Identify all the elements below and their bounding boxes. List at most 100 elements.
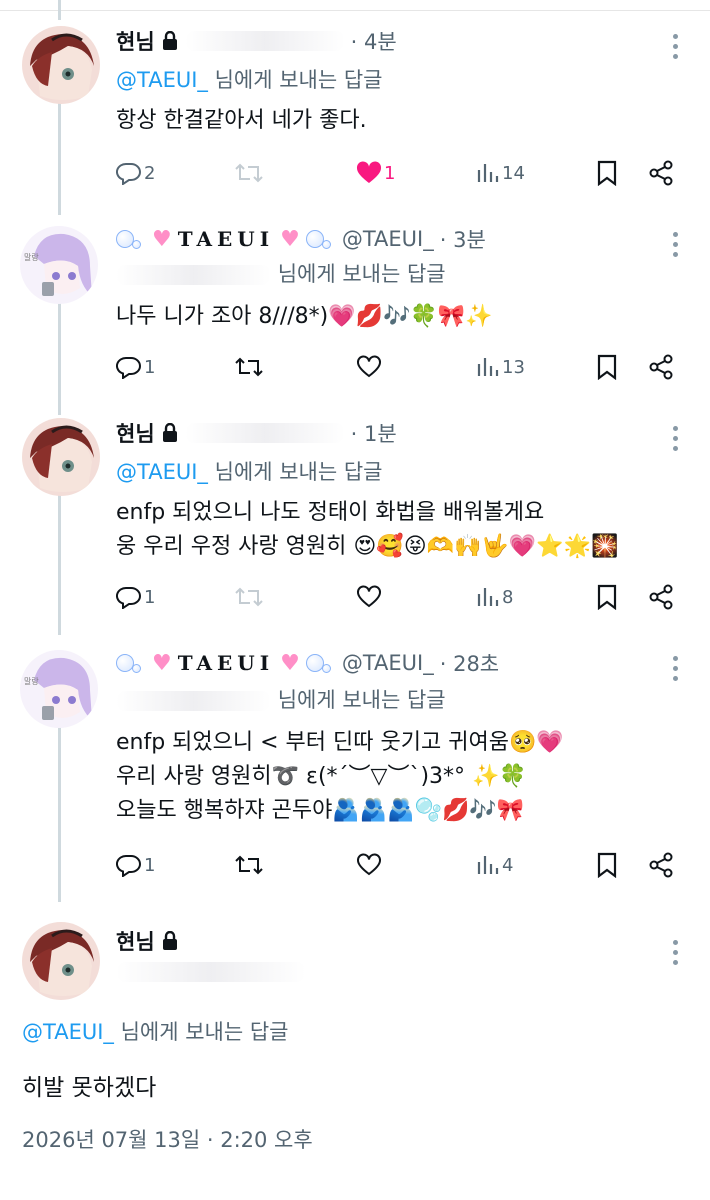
blurred-handle bbox=[184, 423, 345, 443]
bookmark-icon bbox=[597, 852, 617, 878]
avatar[interactable] bbox=[22, 26, 100, 104]
reply-button[interactable]: 1 bbox=[116, 582, 155, 612]
views-icon bbox=[477, 588, 499, 606]
pink-heart-icon: ♥ bbox=[152, 650, 172, 676]
share-button[interactable] bbox=[648, 850, 674, 880]
more-icon[interactable] bbox=[672, 34, 680, 64]
retweet-button[interactable] bbox=[234, 582, 264, 612]
post-header: ♥ TAEUI ♥ @TAEUI_ · 3분 bbox=[116, 222, 486, 256]
share-button[interactable] bbox=[648, 582, 674, 612]
more-icon[interactable] bbox=[672, 232, 680, 262]
reply-button[interactable]: 1 bbox=[116, 850, 155, 880]
post-body-line: enfp 되었으니 < 부터 딘따 웃기고 귀여움🥺💗 bbox=[116, 730, 564, 755]
post-body: enfp 되었으니 < 부터 딘따 웃기고 귀여움🥺💗 우리 사랑 영원히➰ ε… bbox=[116, 726, 564, 828]
avatar-image bbox=[22, 26, 100, 104]
thread-line bbox=[58, 0, 61, 20]
bookmark-button[interactable] bbox=[596, 352, 618, 382]
main-post-body: 히발 못하겠다 bbox=[22, 1075, 157, 1101]
like-button[interactable] bbox=[356, 352, 382, 382]
thread-line bbox=[58, 722, 61, 902]
mention-link[interactable]: @TAEUI_ bbox=[22, 1020, 114, 1044]
like-button[interactable] bbox=[356, 850, 382, 880]
more-icon[interactable] bbox=[672, 940, 680, 970]
pink-heart-icon: ♥ bbox=[280, 650, 300, 676]
bubbles-icon bbox=[116, 228, 146, 250]
more-icon[interactable] bbox=[672, 656, 680, 686]
thread-line bbox=[58, 100, 61, 215]
post-header: 현님 · 1분 bbox=[116, 416, 397, 450]
views-icon bbox=[477, 164, 499, 182]
blurred-handle bbox=[184, 31, 345, 51]
post-body: 항상 한결같아서 네가 좋다. bbox=[116, 104, 367, 138]
lock-icon bbox=[161, 423, 179, 443]
reply-count: 2 bbox=[144, 162, 156, 184]
like-button[interactable]: 1 bbox=[356, 158, 395, 188]
bookmark-button[interactable] bbox=[596, 850, 618, 880]
retweet-button[interactable] bbox=[234, 352, 264, 382]
post-time[interactable]: · 3분 bbox=[440, 224, 486, 254]
post-body-line: 웅 우리 우정 사랑 영원히 😍🥰😝🫶🙌🤟💗⭐🌟🎇 bbox=[116, 534, 619, 559]
reply-button[interactable]: 2 bbox=[116, 158, 155, 188]
post-time[interactable]: · 28초 bbox=[440, 648, 499, 678]
lock-icon bbox=[161, 31, 179, 51]
bookmark-button[interactable] bbox=[596, 158, 618, 188]
post-header: 현님 · 4분 bbox=[116, 24, 397, 58]
post-timestamp[interactable]: 2026년 07월 13일 · 2:20 오후 bbox=[22, 1124, 313, 1154]
reply-context: @TAEUI_ 님에게 보내는 답글 bbox=[116, 68, 383, 92]
share-button[interactable] bbox=[648, 352, 674, 382]
more-icon[interactable] bbox=[672, 426, 680, 456]
heart-outline-icon bbox=[357, 355, 381, 378]
share-button[interactable] bbox=[648, 158, 674, 188]
bubbles-icon bbox=[305, 228, 336, 250]
reply-context: 님에게 보내는 답글 bbox=[116, 684, 446, 714]
avatar-image bbox=[22, 418, 100, 496]
views-count: 14 bbox=[502, 162, 525, 184]
reply-button[interactable]: 1 bbox=[116, 352, 155, 382]
avatar-image: 말랑 bbox=[20, 650, 98, 728]
avatar[interactable]: 말랑 bbox=[20, 226, 98, 304]
bubbles-icon bbox=[116, 652, 146, 674]
views-button[interactable]: 8 bbox=[476, 582, 513, 612]
views-count: 8 bbox=[502, 586, 514, 608]
action-bar: 1 4 bbox=[116, 850, 676, 880]
display-name[interactable]: TAEUI bbox=[178, 651, 274, 675]
heart-filled-icon bbox=[356, 161, 382, 183]
display-name[interactable]: TAEUI bbox=[178, 227, 274, 251]
mention-link[interactable]: @TAEUI_ bbox=[116, 460, 208, 484]
avatar[interactable]: 말랑 bbox=[20, 650, 98, 728]
avatar-image: 말랑 bbox=[20, 226, 98, 304]
blurred-mention bbox=[116, 265, 271, 285]
pink-heart-icon: ♥ bbox=[152, 226, 172, 252]
top-divider bbox=[0, 10, 710, 11]
share-icon bbox=[649, 354, 673, 380]
bookmark-button[interactable] bbox=[596, 582, 618, 612]
post-time[interactable]: · 1분 bbox=[351, 418, 397, 448]
post-body: enfp 되었으니 나도 정태이 화법을 배워볼게요 웅 우리 우정 사랑 영원… bbox=[116, 496, 618, 564]
post-body: 나두 니가 조아 8///8*)💗💋🎶🍀🎀✨ bbox=[116, 300, 493, 334]
views-button[interactable]: 4 bbox=[476, 850, 513, 880]
retweet-button[interactable] bbox=[234, 158, 264, 188]
retweet-icon bbox=[235, 587, 263, 607]
reply-context: 님에게 보내는 답글 bbox=[116, 258, 446, 288]
views-button[interactable]: 13 bbox=[476, 352, 525, 382]
like-button[interactable] bbox=[356, 582, 382, 612]
display-name[interactable]: 현님 bbox=[116, 926, 155, 956]
views-icon bbox=[477, 358, 499, 376]
display-name[interactable]: 현님 bbox=[116, 26, 155, 56]
views-count: 13 bbox=[502, 356, 525, 378]
display-name[interactable]: 현님 bbox=[116, 418, 155, 448]
avatar[interactable] bbox=[22, 418, 100, 496]
reply-icon bbox=[116, 854, 141, 877]
retweet-button[interactable] bbox=[234, 850, 264, 880]
heart-outline-icon bbox=[357, 585, 381, 608]
post-time[interactable]: · 4분 bbox=[351, 26, 397, 56]
post-body-line: 나두 니가 조아 8///8*)💗💋🎶🍀🎀✨ bbox=[116, 304, 493, 329]
user-handle[interactable]: @TAEUI_ bbox=[342, 651, 434, 675]
avatar[interactable] bbox=[22, 922, 100, 1000]
views-icon bbox=[477, 856, 499, 874]
user-handle[interactable]: @TAEUI_ bbox=[342, 227, 434, 251]
views-button[interactable]: 14 bbox=[476, 158, 525, 188]
share-icon bbox=[649, 160, 673, 186]
mention-link[interactable]: @TAEUI_ bbox=[116, 68, 208, 92]
pink-heart-icon: ♥ bbox=[280, 226, 300, 252]
